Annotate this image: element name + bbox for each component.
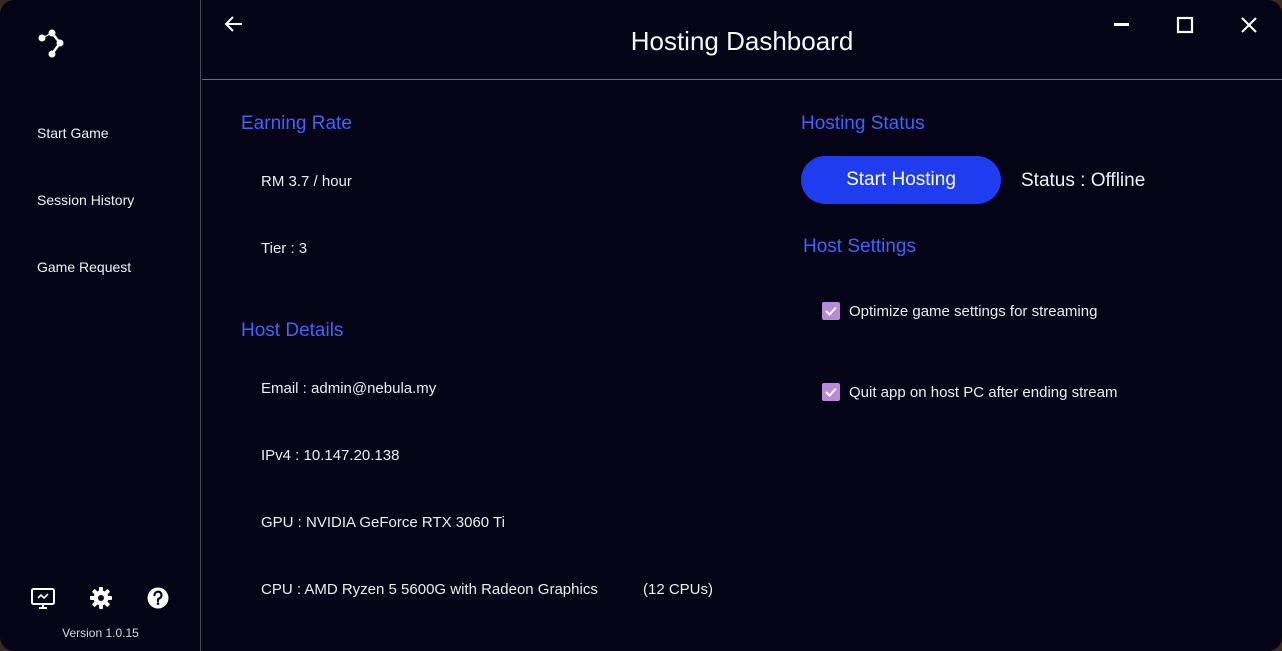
earning-rate-value: RM 3.7 / hour: [261, 173, 352, 190]
sidebar-item-start-game[interactable]: Start Game: [37, 125, 109, 141]
tier-value: Tier : 3: [261, 240, 308, 257]
monitor-icon[interactable]: [30, 585, 56, 611]
earning-rate-heading: Earning Rate: [241, 113, 352, 134]
quit-app-checkbox[interactable]: [822, 383, 840, 401]
sidebar: Start Game Session History Game Request: [0, 0, 201, 651]
cpu-value: CPU : AMD Ryzen 5 5600G with Radeon Grap…: [261, 581, 598, 598]
app-logo-icon: [34, 26, 70, 62]
ipv4-value: IPv4 : 10.147.20.138: [261, 447, 400, 464]
optimize-settings-checkbox[interactable]: [822, 302, 840, 320]
maximize-icon[interactable]: [1169, 10, 1201, 40]
minimize-icon[interactable]: [1105, 10, 1137, 40]
host-settings-heading: Host Settings: [803, 236, 916, 257]
sidebar-item-game-request[interactable]: Game Request: [37, 259, 131, 275]
title-bar: Hosting Dashboard: [202, 0, 1282, 80]
start-hosting-button[interactable]: Start Hosting: [801, 156, 1001, 204]
hosting-status-heading: Hosting Status: [801, 113, 925, 134]
version-label: Version 1.0.15: [62, 626, 139, 640]
checkmark-icon: [825, 387, 837, 397]
host-details-heading: Host Details: [241, 320, 344, 341]
email-value: Email : admin@nebula.my: [261, 380, 437, 397]
app-window: Start Game Session History Game Request: [0, 0, 1282, 651]
checkmark-icon: [825, 306, 837, 316]
close-icon[interactable]: [1233, 10, 1265, 40]
sidebar-item-session-history[interactable]: Session History: [37, 192, 134, 208]
gear-icon[interactable]: [88, 585, 114, 611]
quit-app-label: Quit app on host PC after ending stream: [849, 383, 1118, 401]
help-icon[interactable]: [145, 585, 171, 611]
cpu-count-value: (12 CPUs): [643, 581, 714, 598]
gpu-value: GPU : NVIDIA GeForce RTX 3060 Ti: [261, 514, 505, 531]
sidebar-footer-icons: [0, 585, 201, 611]
optimize-settings-checkbox-row[interactable]: Optimize game settings for streaming: [822, 301, 1097, 321]
quit-app-checkbox-row[interactable]: Quit app on host PC after ending stream: [822, 382, 1117, 402]
status-text: Status : Offline: [1021, 170, 1146, 191]
optimize-settings-label: Optimize game settings for streaming: [849, 302, 1098, 320]
